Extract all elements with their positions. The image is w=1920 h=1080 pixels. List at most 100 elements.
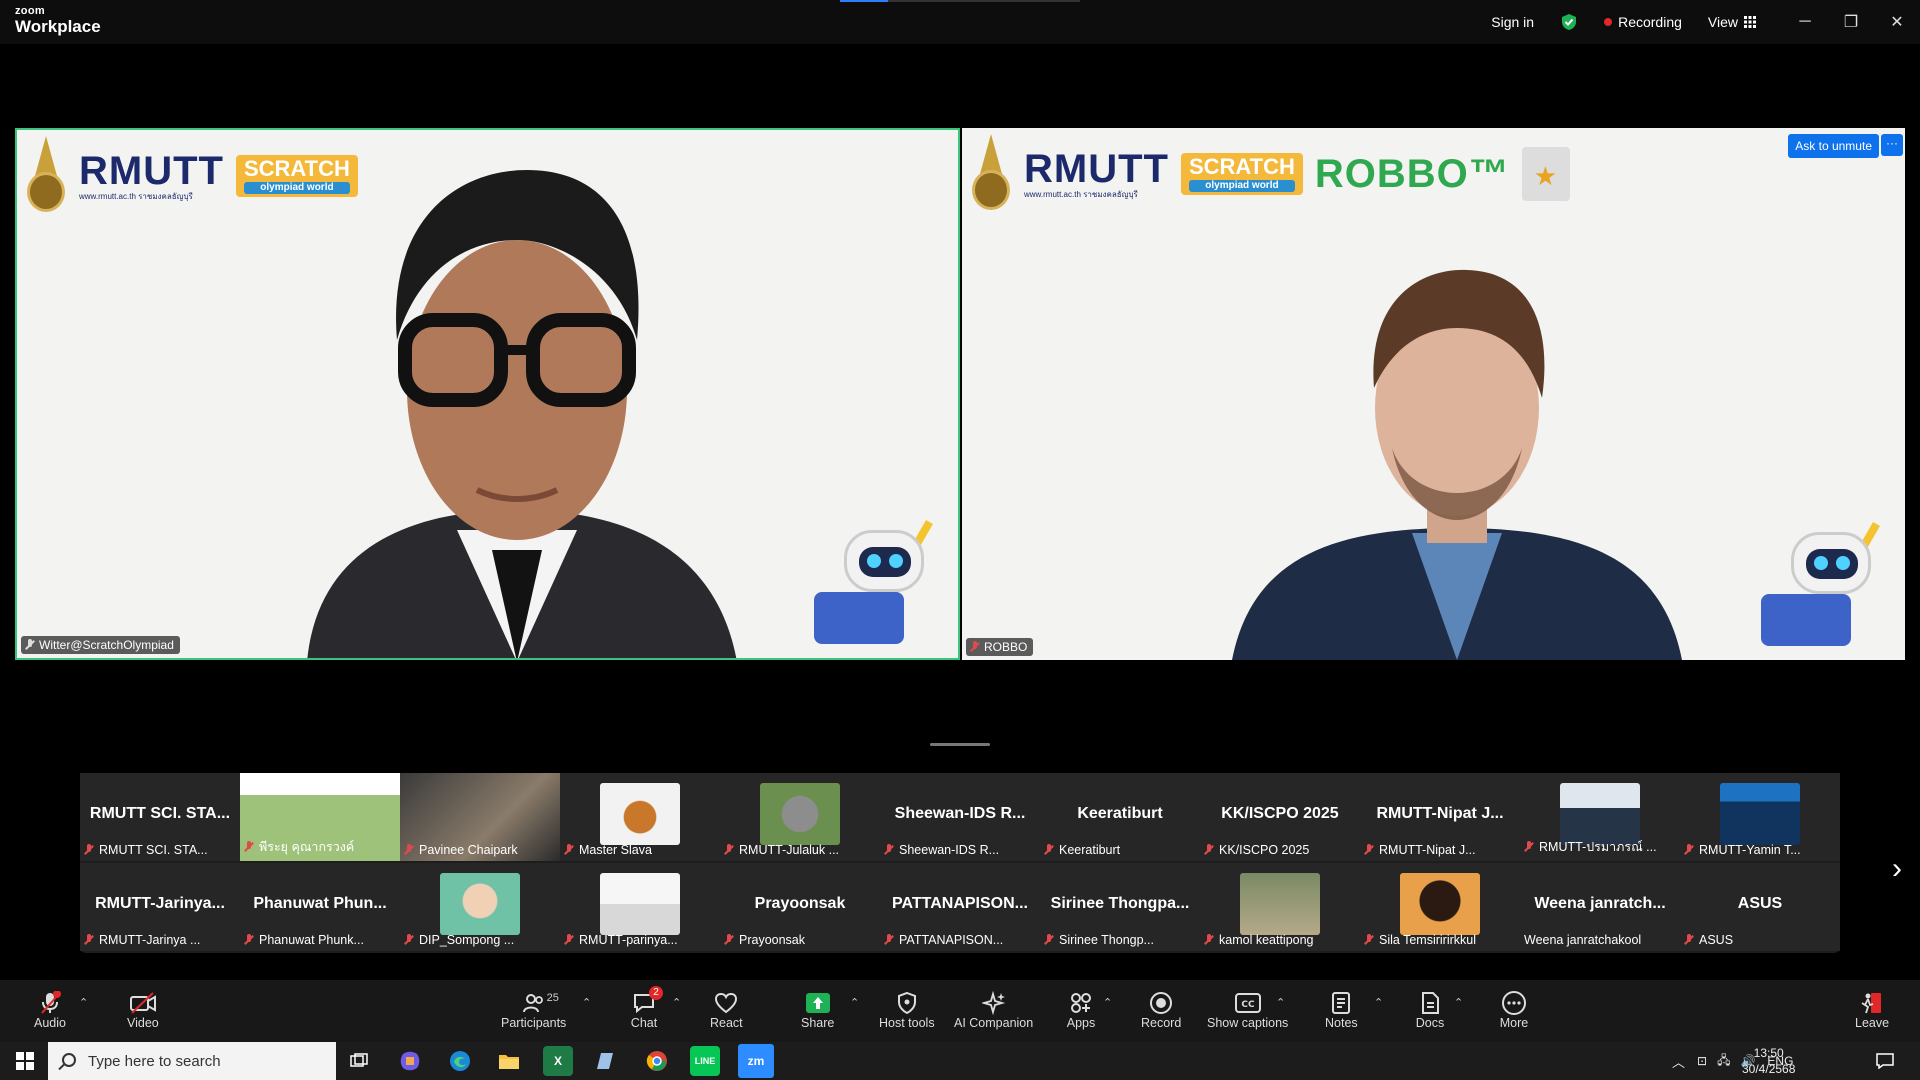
restore-button[interactable]: ❐ <box>1828 0 1874 44</box>
gallery-participant-cell[interactable]: Weena janratch... Weena janratchakool <box>1520 863 1680 951</box>
participants-options-caret[interactable]: ⌃ <box>582 996 591 1009</box>
gallery-next-page-button[interactable]: › <box>1892 852 1902 886</box>
gallery-participant-cell[interactable]: ASUS ASUS <box>1680 863 1840 951</box>
gallery-participant-cell[interactable]: KK/ISCPO 2025 KK/ISCPO 2025 <box>1200 773 1360 861</box>
host-tools-button[interactable]: Host tools <box>879 980 935 1042</box>
taskbar-search-box[interactable]: Type here to search <box>48 1042 336 1080</box>
minimize-button[interactable]: ─ <box>1782 0 1828 44</box>
audio-button[interactable]: Audio <box>34 980 66 1042</box>
taskbar-clock[interactable]: 13:50 30/4/2568 <box>1742 1045 1795 1077</box>
network-icon[interactable]: 🖧 <box>1717 1051 1730 1072</box>
participant-display-name: Sirinee Thongpa... <box>1050 895 1190 912</box>
gallery-participant-cell[interactable]: RMUTT SCI. STA... RMUTT SCI. STA... <box>80 773 240 861</box>
docs-options-caret[interactable]: ⌃ <box>1454 996 1463 1009</box>
gallery-participant-cell[interactable]: Sila Temsiririrkkul <box>1360 863 1520 951</box>
robot-mascot-icon <box>1761 522 1891 652</box>
excel-app-icon[interactable]: X <box>543 1046 573 1076</box>
share-options-caret[interactable]: ⌃ <box>850 996 859 1009</box>
chat-unread-badge: 2 <box>649 986 663 1000</box>
close-button[interactable]: ✕ <box>1874 0 1920 44</box>
video-off-icon <box>128 990 158 1016</box>
show-captions-button[interactable]: CC Show captions <box>1207 980 1288 1042</box>
mic-muted-icon <box>1044 844 1054 856</box>
react-button[interactable]: React <box>710 980 743 1042</box>
gallery-participant-cell[interactable]: Keeratiburt Keeratiburt <box>1040 773 1200 861</box>
notes-options-caret[interactable]: ⌃ <box>1374 996 1383 1009</box>
video-tile-robbo[interactable]: RMUTT www.rmutt.ac.th ราชมงคลธัญบุรี SCRA… <box>962 128 1905 660</box>
chat-options-caret[interactable]: ⌃ <box>672 996 681 1009</box>
apps-options-caret[interactable]: ⌃ <box>1103 996 1112 1009</box>
chat-button[interactable]: 2 Chat <box>629 980 663 1042</box>
participant-name-text: RMUTT-Nipat J... <box>1379 843 1476 857</box>
gallery-participant-cell[interactable]: kamol keattipong <box>1200 863 1360 951</box>
tile-more-options-button[interactable]: ··· <box>1881 134 1903 156</box>
mic-muted-icon <box>1364 934 1374 946</box>
notifications-icon[interactable] <box>1870 1046 1900 1076</box>
ai-companion-button[interactable]: AI Companion <box>954 980 1033 1042</box>
tray-expand-chevron-icon[interactable]: ︿ <box>1672 1052 1685 1071</box>
participant-name-label: Prayoonsak <box>724 933 805 947</box>
audio-options-caret[interactable]: ⌃ <box>79 996 88 1009</box>
notes-button[interactable]: Notes <box>1325 980 1358 1042</box>
gallery-resize-handle[interactable] <box>930 743 990 746</box>
gallery-participant-cell[interactable]: PATTANAPISON... PATTANAPISON... <box>880 863 1040 951</box>
participant-name-label: RMUTT SCI. STA... <box>84 843 208 857</box>
line-app-icon[interactable]: LINE <box>690 1046 720 1076</box>
search-icon <box>62 1053 76 1067</box>
gallery-participant-cell[interactable]: RMUTT-Julaluk ... <box>720 773 880 861</box>
edge-browser-icon[interactable] <box>445 1046 475 1076</box>
copilot-app-icon[interactable] <box>395 1046 425 1076</box>
docs-button[interactable]: Docs <box>1415 980 1445 1042</box>
gallery-participant-cell[interactable]: Sirinee Thongpa... Sirinee Thongp... <box>1040 863 1200 951</box>
zoom-app-icon[interactable]: zm <box>738 1044 774 1078</box>
file-explorer-icon[interactable] <box>494 1046 524 1076</box>
apps-button[interactable]: Apps <box>1066 980 1096 1042</box>
webcam-tray-icon[interactable]: ⊡ <box>1697 1054 1707 1068</box>
profile-photo-image <box>1720 783 1800 845</box>
mic-muted-icon <box>404 844 414 856</box>
gallery-participant-cell[interactable]: DIP_Sompong ... <box>400 863 560 951</box>
gallery-participant-cell[interactable]: Pavinee Chaipark <box>400 773 560 861</box>
gallery-participant-cell[interactable]: Master Slava <box>560 773 720 861</box>
participant-name-label: RMUTT-Nipat J... <box>1364 843 1476 857</box>
windows-start-button[interactable] <box>10 1046 40 1076</box>
gallery-participant-cell[interactable]: RMUTT-Jarinya... RMUTT-Jarinya ... <box>80 863 240 951</box>
gallery-participant-cell[interactable]: RMUTT-ปรมาภรณ์ ... <box>1520 773 1680 861</box>
sign-in-button[interactable]: Sign in <box>1491 14 1534 30</box>
more-button[interactable]: More <box>1499 980 1529 1042</box>
more-dots-icon <box>1499 990 1529 1016</box>
recording-indicator[interactable]: Recording <box>1604 14 1682 30</box>
leave-button[interactable]: Leave <box>1855 980 1889 1042</box>
search-placeholder: Type here to search <box>88 1052 221 1070</box>
captions-cc-icon: CC <box>1233 990 1263 1016</box>
gallery-participant-cell[interactable]: RMUTT-Nipat J... RMUTT-Nipat J... <box>1360 773 1520 861</box>
record-button[interactable]: Record <box>1141 980 1181 1042</box>
gallery-participant-cell[interactable]: พีระยุ คุณากรวงค์ <box>240 773 400 861</box>
video-tile-active-speaker[interactable]: RMUTT www.rmutt.ac.th ราชมงคลธัญบุรี SCRA… <box>15 128 960 660</box>
view-button[interactable]: View <box>1708 14 1756 30</box>
task-view-icon[interactable] <box>344 1046 374 1076</box>
notepad-app-icon[interactable] <box>592 1046 622 1076</box>
gallery-participant-cell[interactable]: Prayoonsak Prayoonsak <box>720 863 880 951</box>
video-button[interactable]: Video <box>127 980 159 1042</box>
gallery-participant-cell[interactable]: Sheewan-IDS R... Sheewan-IDS R... <box>880 773 1040 861</box>
security-shield-icon[interactable] <box>1560 13 1578 31</box>
koala-avatar-image <box>760 783 840 845</box>
captions-options-caret[interactable]: ⌃ <box>1276 996 1285 1009</box>
participants-button[interactable]: 25 Participants <box>501 980 566 1042</box>
mic-muted-icon <box>724 844 734 856</box>
participant-name-label: RMUTT-parinya... <box>564 933 678 947</box>
ask-to-unmute-button[interactable]: Ask to unmute <box>1788 134 1879 158</box>
participant-display-name: KK/ISCPO 2025 <box>1221 805 1339 822</box>
participant-name-text: Keeratiburt <box>1059 843 1121 857</box>
participant-name-label: Sila Temsiririrkkul <box>1364 933 1476 947</box>
gallery-participant-cell[interactable]: Phanuwat Phun... Phanuwat Phunk... <box>240 863 400 951</box>
university-crest-icon <box>25 136 67 216</box>
chrome-browser-icon[interactable] <box>642 1046 672 1076</box>
record-label: Record <box>1141 1016 1182 1030</box>
share-button[interactable]: Share <box>801 980 834 1042</box>
gallery-participant-cell[interactable]: RMUTT-parinya... <box>560 863 720 951</box>
host-tools-label: Host tools <box>879 1016 935 1030</box>
mic-muted-icon <box>1204 934 1214 946</box>
gallery-participant-cell[interactable]: RMUTT-Yamin T... <box>1680 773 1840 861</box>
